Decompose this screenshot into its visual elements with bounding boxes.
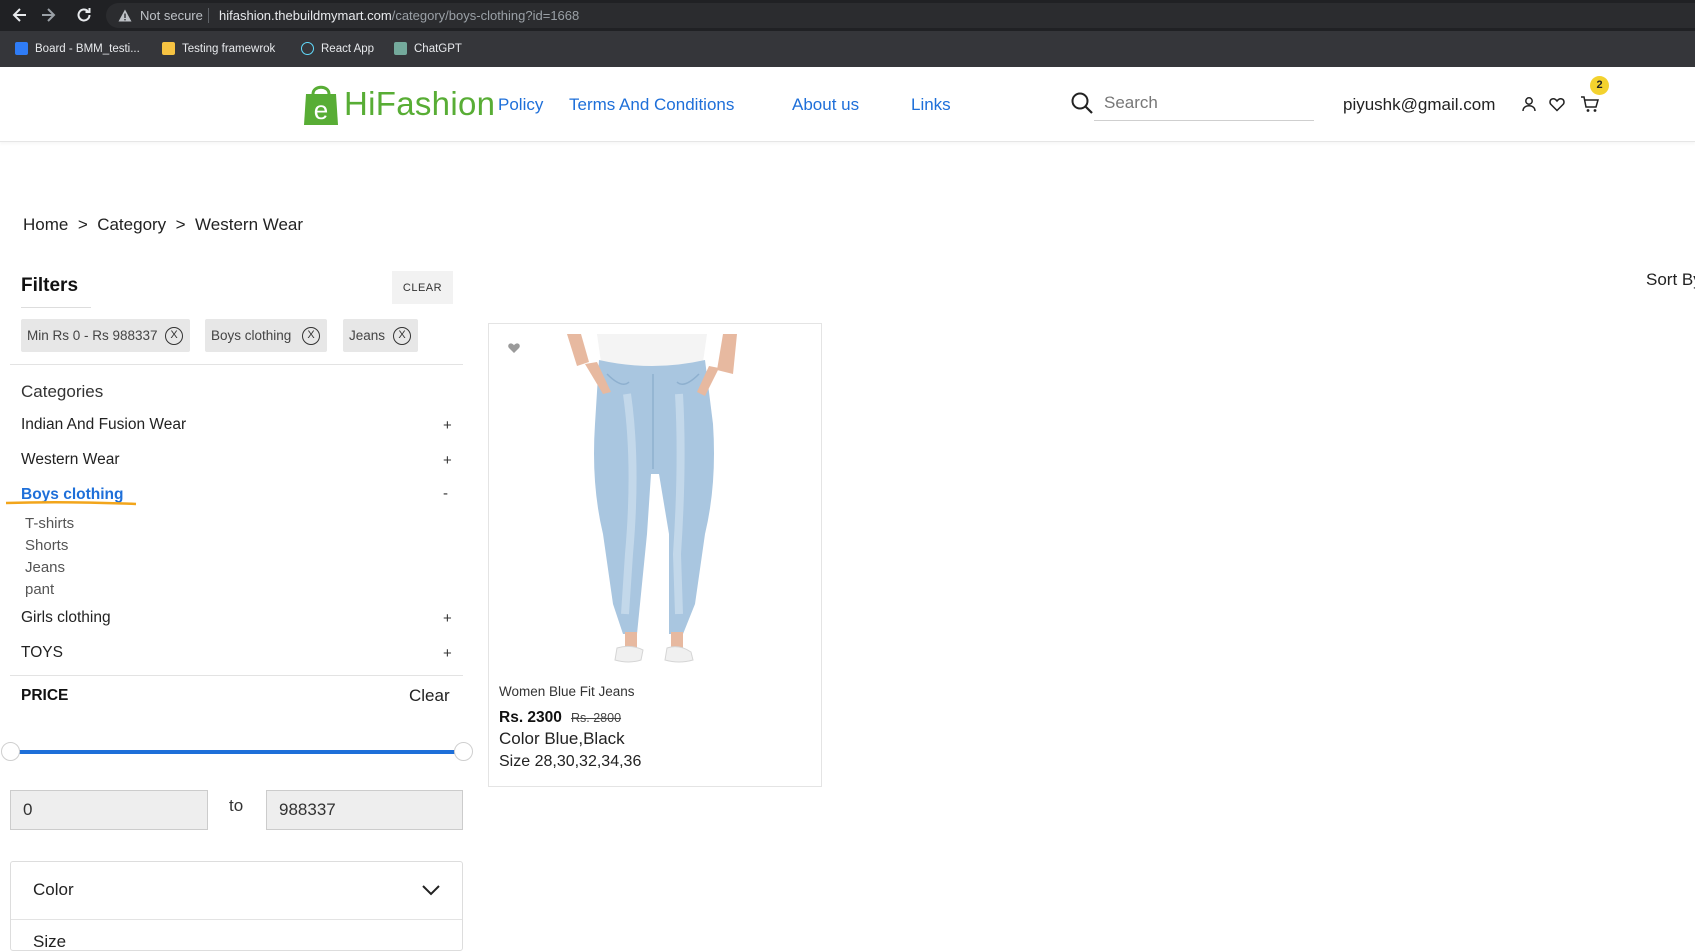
color-filter-label: Color xyxy=(33,880,74,899)
user-icon[interactable] xyxy=(1520,95,1538,113)
nav-links[interactable]: Links xyxy=(911,95,951,115)
price-slider-track[interactable] xyxy=(10,750,464,754)
category-girls-clothing[interactable]: Girls clothing xyxy=(21,609,111,627)
browser-address-bar: Not secure hifashion.thebuildmymart.com/… xyxy=(0,0,1695,31)
collapse-toggle[interactable]: - xyxy=(443,485,448,502)
sort-by-label[interactable]: Sort By xyxy=(1646,270,1695,290)
nav-policy[interactable]: Policy xyxy=(498,95,543,115)
price-slider-max-handle[interactable] xyxy=(454,742,473,761)
category-western-wear[interactable]: Western Wear xyxy=(21,451,120,469)
forward-arrow-icon[interactable] xyxy=(38,5,58,25)
url-host: hifashion.thebuildmymart.com xyxy=(219,8,392,23)
url-separator xyxy=(208,8,209,23)
product-mrp: Rs. 2800 xyxy=(571,711,622,725)
chip-label: Jeans xyxy=(349,328,386,343)
nav-about[interactable]: About us xyxy=(792,95,859,115)
site-logo[interactable]: e HiFashion xyxy=(302,80,495,130)
price-title: PRICE xyxy=(21,687,69,704)
price-max-input[interactable] xyxy=(266,790,463,830)
expand-toggle[interactable]: + xyxy=(443,452,452,469)
url-text[interactable]: hifashion.thebuildmymart.com/category/bo… xyxy=(219,8,579,23)
filters-title-underline xyxy=(21,307,91,308)
cart-icon[interactable] xyxy=(1580,95,1600,113)
bookmark-label: Board - BMM_testi... xyxy=(35,43,140,55)
bookmark-label: Testing framewrok xyxy=(182,43,276,55)
subcategory-jeans[interactable]: Jeans xyxy=(25,559,65,576)
search-input[interactable] xyxy=(1094,85,1314,121)
subcategory-shorts[interactable]: Shorts xyxy=(25,537,68,554)
user-email[interactable]: piyushk@gmail.com xyxy=(1343,95,1495,115)
search-icon[interactable] xyxy=(1070,91,1094,115)
breadcrumb-separator: > xyxy=(170,215,191,234)
color-filter-accordion[interactable]: Color Size xyxy=(10,861,463,951)
filter-chip-price: Min Rs 0 - Rs 988337 X xyxy=(21,319,190,352)
breadcrumb-category[interactable]: Category xyxy=(97,215,166,235)
svg-text:e: e xyxy=(314,95,328,125)
shopping-bag-logo-icon: e xyxy=(304,85,338,125)
breadcrumb-separator: > xyxy=(73,215,93,234)
heart-icon[interactable] xyxy=(1548,95,1566,113)
expand-toggle[interactable]: + xyxy=(443,645,452,662)
category-toys[interactable]: TOYS xyxy=(21,644,63,662)
chip-close-icon[interactable]: X xyxy=(302,327,320,345)
chatgpt-icon xyxy=(394,42,407,55)
filter-chip-jeans: Jeans X xyxy=(343,319,418,352)
chip-label: Boys clothing xyxy=(211,328,292,343)
product-name[interactable]: Women Blue Fit Jeans xyxy=(499,684,635,699)
price-min-input[interactable] xyxy=(10,790,208,830)
url-path: /category/boys-clothing?id=1668 xyxy=(391,8,580,23)
back-arrow-icon[interactable] xyxy=(10,5,30,25)
divider xyxy=(11,919,462,920)
category-indian-fusion-wear[interactable]: Indian And Fusion Wear xyxy=(21,416,186,434)
subcategory-pant[interactable]: pant xyxy=(25,581,54,598)
highlight-underline xyxy=(5,500,137,506)
divider xyxy=(10,675,463,676)
categories-heading: Categories xyxy=(21,382,104,401)
reload-icon[interactable] xyxy=(74,5,94,25)
price-slider-min-handle[interactable] xyxy=(1,742,20,761)
filter-chip-boys-clothing: Boys clothing X xyxy=(205,319,327,352)
react-icon xyxy=(301,42,314,55)
subcategory-tshirts[interactable]: T-shirts xyxy=(25,515,74,532)
size-filter-label[interactable]: Size xyxy=(33,932,66,952)
chip-label: Min Rs 0 - Rs 988337 xyxy=(27,328,158,343)
clear-all-filters-button[interactable]: CLEAR xyxy=(392,271,453,304)
bookmark-label: React App xyxy=(321,43,375,55)
jira-icon xyxy=(15,42,28,55)
breadcrumb: Home > Category > Western Wear xyxy=(23,215,303,235)
expand-toggle[interactable]: + xyxy=(443,610,452,627)
url-bar[interactable]: Not secure hifashion.thebuildmymart.com/… xyxy=(106,3,1695,28)
price-to-label: to xyxy=(229,796,244,815)
site-header: e HiFashion Policy Terms And Conditions … xyxy=(0,67,1695,142)
divider xyxy=(10,364,463,365)
product-sizes: Size 28,30,32,34,36 xyxy=(499,753,642,770)
product-image-jeans[interactable] xyxy=(567,334,737,669)
bookmark-label: ChatGPT xyxy=(414,43,462,55)
nav-terms[interactable]: Terms And Conditions xyxy=(569,95,734,115)
price-clear-button[interactable]: Clear xyxy=(409,686,450,706)
not-secure-label: Not secure xyxy=(140,8,203,23)
expand-toggle[interactable]: + xyxy=(443,417,452,434)
chip-close-icon[interactable]: X xyxy=(165,327,183,345)
cart-count-badge: 2 xyxy=(1590,76,1609,95)
product-card[interactable]: Women Blue Fit Jeans Rs. 2300 Rs. 2800 C… xyxy=(488,323,822,787)
breadcrumb-current: Western Wear xyxy=(195,215,304,234)
chevron-down-icon[interactable] xyxy=(421,883,441,897)
wishlist-heart-icon[interactable] xyxy=(507,341,521,354)
folder-icon xyxy=(162,42,175,55)
filters-title: Filters xyxy=(21,275,79,296)
product-price: Rs. 2300 xyxy=(499,709,562,726)
chip-close-icon[interactable]: X xyxy=(393,327,411,345)
breadcrumb-home[interactable]: Home xyxy=(23,215,68,235)
bookmarks-bar: Board - BMM_testi... Testing framewrok R… xyxy=(0,31,1695,67)
product-colors: Color Blue,Black xyxy=(499,729,625,748)
logo-text: HiFashion xyxy=(344,85,496,122)
warning-icon xyxy=(118,9,132,22)
